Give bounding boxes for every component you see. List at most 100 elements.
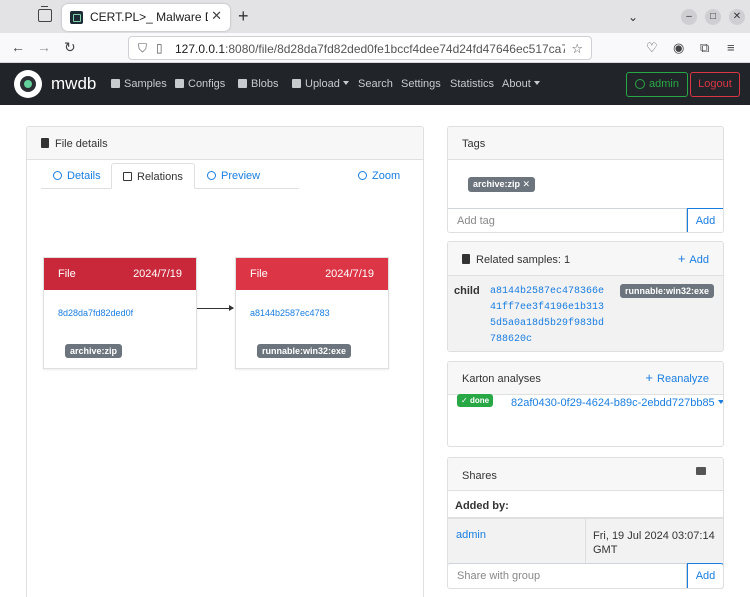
node-date: 2024/7/19 <box>133 268 182 280</box>
plus-icon: + <box>645 370 654 385</box>
minimize-icon[interactable]: – <box>681 9 697 25</box>
relation-node-parent[interactable]: File 2024/7/19 8d28da7fd82ded0f archive:… <box>43 257 197 369</box>
admin-profile-button[interactable]: admin <box>626 72 688 97</box>
add-related-button[interactable]: + Add <box>678 251 709 266</box>
tab-list-icon[interactable] <box>38 6 52 22</box>
maximize-icon[interactable]: □ <box>705 9 721 25</box>
node-hash-link[interactable]: a8144b2587ec4783 <box>250 308 330 318</box>
share-timestamp: Fri, 19 Jul 2024 03:07:14 GMT <box>593 530 715 556</box>
search-icon <box>358 171 367 180</box>
plus-icon: + <box>677 251 686 266</box>
file-icon <box>111 79 120 88</box>
node-type: File <box>58 268 76 280</box>
share-add-button[interactable]: Add <box>687 563 723 588</box>
related-samples-card: Related samples: 1 + Add child a8144b2587… <box>447 241 724 352</box>
close-window-icon[interactable]: ✕ <box>729 9 745 25</box>
zoom-button[interactable]: Zoom <box>358 163 400 189</box>
new-tab-icon[interactable]: + <box>238 6 249 27</box>
scroll-icon <box>238 79 247 88</box>
node-type: File <box>250 268 268 280</box>
add-tag-button[interactable]: Add <box>687 208 723 232</box>
node-hash-link[interactable]: 8d28da7fd82ded0f <box>58 308 133 318</box>
brand-name[interactable]: mwdb <box>51 74 96 94</box>
reload-icon[interactable]: ↻ <box>64 39 76 56</box>
browser-tab-bar: CERT.PL>_ Malware Datab ✕ + ⌄ – □ ✕ <box>0 0 750 33</box>
back-icon[interactable]: ← <box>11 39 25 55</box>
close-tab-icon[interactable]: ✕ <box>211 8 222 24</box>
check-icon: ✓ <box>461 396 468 405</box>
node-date: 2024/7/19 <box>325 268 374 280</box>
pocket-icon[interactable]: ♡ <box>646 40 658 56</box>
file-details-tabs: Details Relations Preview Zoom <box>41 163 421 189</box>
reanalyze-button[interactable]: + Reanalyze <box>645 370 709 385</box>
browser-toolbar: ← → ↻ ⛉ ▯ 127.0.0.1:8080/file/8d28da7fd8… <box>0 33 750 63</box>
nav-statistics[interactable]: Statistics <box>450 78 494 90</box>
caret-down-icon <box>342 81 349 85</box>
extensions-icon[interactable]: ⧉ <box>700 40 709 56</box>
analysis-id-dropdown[interactable]: 82af0430-0f29-4624-b89c-2ebdd727bb85 <box>511 397 723 409</box>
file-icon <box>462 254 470 264</box>
browser-tab[interactable]: CERT.PL>_ Malware Datab ✕ <box>62 4 230 31</box>
relation-edge-arrow <box>197 305 234 311</box>
app-navbar: mwdb Samples Configs Blobs Upload Search… <box>0 63 750 105</box>
tags-header: Tags <box>448 127 723 160</box>
nav-settings[interactable]: Settings <box>401 78 441 90</box>
related-row: child a8144b2587ec478366e 41ff7ee3f4196e… <box>448 276 723 351</box>
fingerprint-icon <box>53 171 62 180</box>
add-tag-input[interactable]: Add tag <box>448 208 687 232</box>
tags-card: Tags archive:zip ✕ Add tag Add <box>447 126 724 233</box>
share-row: admin Fri, 19 Jul 2024 03:07:14 GMT <box>448 519 723 564</box>
tab-details[interactable]: Details <box>51 163 103 189</box>
related-tag-badge[interactable]: runnable:win32:exe <box>620 284 715 298</box>
card-title: File details <box>55 138 108 150</box>
caret-down-icon <box>717 400 723 404</box>
share-user-link[interactable]: admin <box>456 529 486 541</box>
karton-card: Karton analyses + Reanalyze ✓ done 82af04… <box>447 361 724 447</box>
tag-badge[interactable]: archive:zip ✕ <box>468 177 536 192</box>
tab-relations[interactable]: Relations <box>111 163 195 189</box>
node-tag-badge[interactable]: archive:zip <box>65 344 123 358</box>
project-diagram-icon <box>123 172 132 181</box>
search-icon <box>207 171 216 180</box>
caret-down-icon <box>533 81 540 85</box>
shares-card: Shares Added by: admin Fri, 19 Jul 2024 … <box>447 457 724 589</box>
tab-preview[interactable]: Preview <box>207 163 260 189</box>
table-icon <box>175 79 184 88</box>
nav-samples[interactable]: Samples <box>111 78 167 90</box>
mwdb-logo-icon[interactable] <box>14 70 42 98</box>
karton-header: Karton analyses + Reanalyze <box>448 362 723 395</box>
file-details-header: File details <box>27 127 423 160</box>
bookmark-star-icon[interactable]: ☆ <box>571 41 583 57</box>
url-text[interactable]: 127.0.0.1:8080/file/8d28da7fd82ded0fe1bc… <box>175 42 565 56</box>
page-icon[interactable]: ▯ <box>156 41 163 55</box>
added-by-label: Added by: <box>448 491 723 519</box>
relation-node-child[interactable]: File 2024/7/19 a8144b2587ec4783 runnable… <box>235 257 389 369</box>
analysis-status-badge: ✓ done <box>457 394 494 407</box>
related-samples-header: Related samples: 1 + Add <box>448 242 723 276</box>
column-divider <box>585 519 586 564</box>
node-tag-badge[interactable]: runnable:win32:exe <box>257 344 352 358</box>
upload-icon <box>292 79 301 88</box>
account-icon[interactable]: ◉ <box>673 40 684 56</box>
shares-header: Shares <box>448 458 723 491</box>
share-group-input[interactable]: Share with group <box>448 563 687 588</box>
nav-upload[interactable]: Upload <box>292 78 349 90</box>
nav-search[interactable]: Search <box>358 78 393 90</box>
file-icon <box>41 138 49 148</box>
related-hash-link[interactable]: a8144b2587ec478366e 41ff7ee3f4196e1b313 … <box>490 284 604 348</box>
menu-icon[interactable]: ≡ <box>727 40 735 55</box>
logout-button[interactable]: Logout <box>690 72 740 97</box>
nav-configs[interactable]: Configs <box>175 78 225 90</box>
lock-icon <box>696 467 706 475</box>
tab-overflow-icon[interactable]: ⌄ <box>625 9 641 25</box>
relation-type: child <box>454 285 480 297</box>
remove-tag-icon[interactable]: ✕ <box>523 179 531 189</box>
address-bar[interactable]: ⛉ ▯ 127.0.0.1:8080/file/8d28da7fd82ded0f… <box>128 36 592 60</box>
tab-title: CERT.PL>_ Malware Datab <box>90 10 208 24</box>
favicon-icon <box>70 11 83 24</box>
shield-icon[interactable]: ⛉ <box>138 41 147 56</box>
user-icon <box>635 79 645 89</box>
nav-blobs[interactable]: Blobs <box>238 78 279 90</box>
forward-icon[interactable]: → <box>37 39 51 55</box>
nav-about[interactable]: About <box>502 78 540 90</box>
